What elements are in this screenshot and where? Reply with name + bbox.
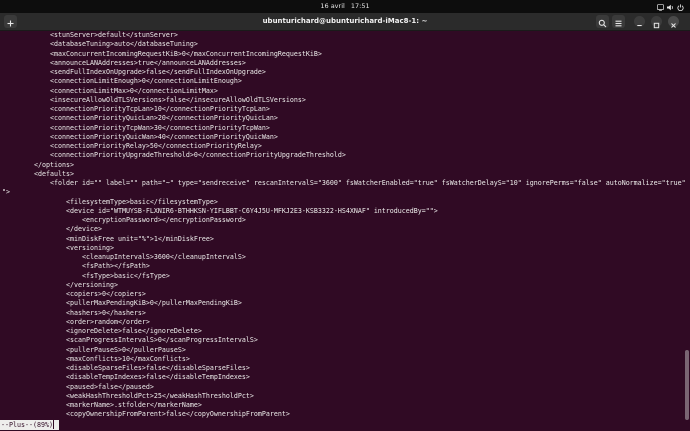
terminal-line: <announceLANAddresses>true</announceLANA… [2,58,246,67]
editor-status-line: --Plus--(89%) [0,420,690,431]
terminal-line: <disableSparseFiles>false</disableSparse… [2,364,250,372]
minimize-button[interactable] [634,16,645,27]
terminal-line: <insecureAllowOldTLSVersions>false</inse… [2,95,306,104]
terminal-line: <connectionPriorityTcpWan>30</connection… [2,123,270,132]
terminal-line: <pullerMaxPendingKiB>0</pullerMaxPending… [2,299,242,308]
menu-button[interactable] [612,15,625,28]
terminal-line: <order>random</order> [2,317,150,326]
editor-mode-text: --Plus--(89%) [1,421,53,429]
terminal-line: </versioning> [2,280,118,289]
clock-date: 16 avril [320,2,345,10]
terminal-line: <maxConcurrentIncomingRequestKiB>0</maxC… [2,49,322,58]
terminal-line: <copyOwnershipFromParent>false</copyOwne… [2,410,290,419]
window-title: ubunturichard@ubunturichard-iMac8-1: ~ [262,17,428,25]
terminal-output[interactable]: <stunServer>default</stunServer> <databa… [0,31,690,420]
terminal-line: <filesystemType>basic</filesystemType> [2,197,218,206]
clock-time: 17:51 [350,2,370,10]
terminal-line: <encryptionPassword></encryptionPassword… [2,216,246,224]
terminal-line: <connectionLimitEnough>0</connectionLimi… [2,77,242,86]
close-button[interactable] [668,16,679,28]
terminal-line: <maxConflicts>10</maxConflicts> [2,354,190,363]
system-top-bar: 16 avril 17:51 [0,0,690,13]
terminal-scrollbar[interactable] [685,350,689,420]
terminal-line: "> [2,188,10,197]
terminal-line: <cleanupIntervalS>3600</cleanupIntervalS… [2,253,246,261]
terminal-line: <connectionPriorityQuicLan>20</connectio… [2,114,278,123]
terminal-line: <pullerPauseS>0</pullerPauseS> [2,345,186,354]
terminal-line: <defaults> [2,169,74,178]
terminal-line: <weakHashThresholdPct>25</weakHashThresh… [2,391,254,400]
editor-mode-indicator: --Plus--(89%) [0,420,59,430]
terminal-line: <connectionPriorityQuicWan>40</connectio… [2,132,278,141]
terminal-line: <folder id="" label="" path="~" type="se… [2,179,686,187]
terminal-line: <copiers>0</copiers> [2,290,146,298]
terminal-line: <ignoreDelete>false</ignoreDelete> [2,327,202,335]
terminal-line: <connectionPriorityUpgradeThreshold>0</c… [2,151,346,160]
text-cursor [52,420,58,429]
search-icon [598,19,607,28]
search-button[interactable] [596,15,609,28]
close-icon [671,23,676,28]
maximize-icon [653,22,660,29]
terminal-line: <connectionPriorityRelay>50</connectionP… [2,142,262,150]
terminal-line: <connectionPriorityTcpLan>10</connection… [2,105,270,113]
maximize-button[interactable] [651,16,662,29]
terminal-line: <hashers>0</hashers> [2,308,146,317]
terminal-line: <scanProgressIntervalS>0</scanProgressIn… [2,336,258,345]
terminal-line: <minDiskFree unit="%">1</minDiskFree> [2,234,214,243]
terminal-line: <device id="WTMUYSB-FLXNIR6-BTHHKSN-YIFL… [2,206,438,215]
terminal-line: <stunServer>default</stunServer> [2,31,178,39]
terminal-line: <fsType>basic</fsType> [2,271,170,280]
terminal-line: <connectionLimitMax>0</connectionLimitMa… [2,86,218,95]
menu-icon [615,20,622,27]
window-title-bar[interactable]: ubunturichard@ubunturichard-iMac8-1: ~ [0,13,690,31]
terminal-line: <versioning> [2,243,114,252]
terminal-line: </options> [2,160,74,169]
clock[interactable]: 16 avril 17:51 [0,0,690,13]
terminal-line: <databaseTuning>auto</databaseTuning> [2,40,198,49]
terminal-line: </device> [2,225,102,234]
terminal-line: <sendFullIndexOnUpgrade>false</sendFullI… [2,68,266,76]
minimize-icon [637,25,642,26]
terminal-line: <paused>false</paused> [2,382,154,391]
terminal-line: <fsPath></fsPath> [2,262,150,271]
terminal-line: <disableTempIndexes>false</disableTempIn… [2,373,250,382]
terminal-line: <markerName>.stfolder</markerName> [2,401,202,409]
